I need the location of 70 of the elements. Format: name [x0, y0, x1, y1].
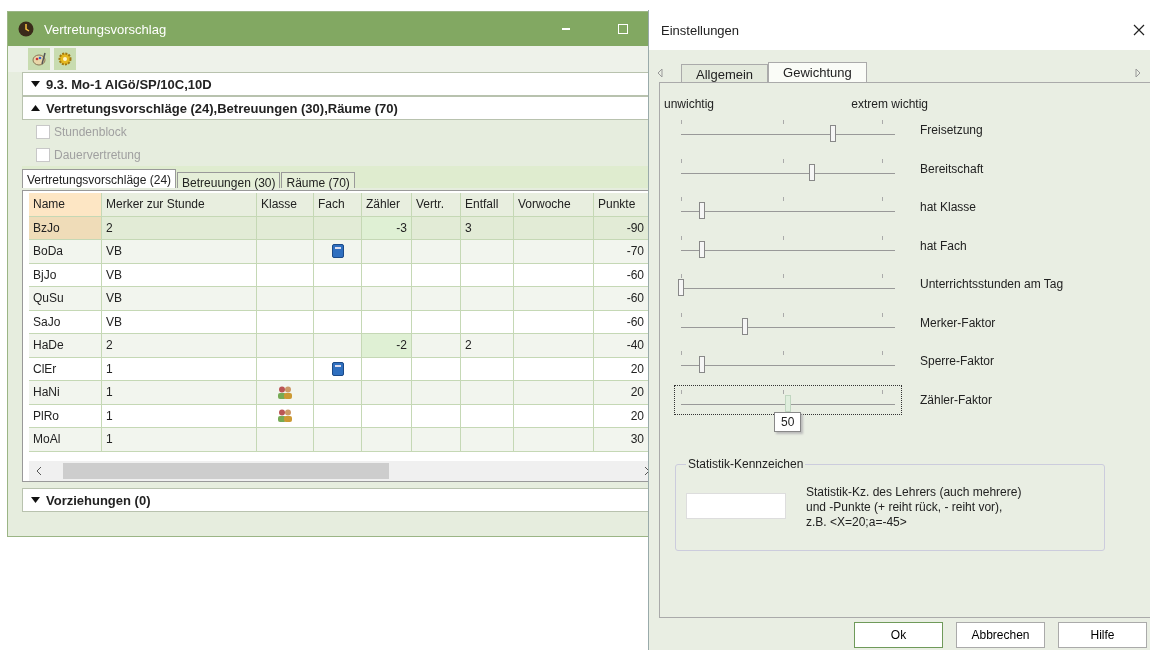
slider-label: Freisetzung — [920, 123, 983, 138]
scale-label: unwichtig — [664, 97, 715, 111]
table-cell: HaDe — [29, 334, 102, 358]
slider-label: Bereitschaft — [920, 161, 984, 176]
slider-label: Unterrichtsstunden am Tag — [920, 277, 1064, 292]
minimize-icon[interactable] — [562, 27, 570, 31]
table-cell: MoAl — [29, 428, 102, 452]
slider-thumb[interactable] — [829, 125, 836, 143]
slider-thumb[interactable] — [699, 240, 706, 258]
table-cell: 1 — [102, 428, 257, 452]
table-cell: VB — [102, 287, 257, 311]
section-title: 9.3. Mo-1 AlGö/SP/10C,10D — [46, 76, 212, 92]
column-header[interactable]: Name — [29, 193, 102, 217]
column-header[interactable]: Merker zur Stunde — [102, 193, 257, 217]
hint-text: Statistik-Kz. des Lehrers (auch mehrere) und -Punkte (+ reiht rück, - reiht vor), z.B. <X=20;a=-45> — [806, 485, 1022, 530]
column-header[interactable]: Punkte — [594, 193, 649, 217]
column-header[interactable]: Entfall — [461, 193, 514, 217]
table-cell: HaNi — [29, 381, 102, 405]
caret-icon — [31, 81, 40, 87]
table-cell: BoDa — [29, 240, 102, 264]
close-icon[interactable] — [1133, 24, 1145, 36]
tab[interactable]: Allgemein — [681, 64, 769, 82]
maximize-icon[interactable] — [618, 24, 628, 34]
scale-label: extrem wichtig — [851, 97, 928, 111]
table-cell: 1 — [102, 381, 257, 405]
group-legend: Statistik-Kennzeichen — [686, 457, 806, 471]
caret-icon — [31, 105, 40, 111]
checkbox-label: Stundenblock — [54, 124, 127, 139]
slider-label: hat Fach — [920, 238, 967, 253]
section-title: Vertretungsvorschläge (24),Betreuungen (30),Räume (70) — [46, 100, 398, 116]
table-cell: VB — [102, 240, 257, 264]
column-header[interactable]: Zähler — [362, 193, 412, 217]
table-cell: -3 — [362, 216, 412, 240]
column-header[interactable]: Vorwoche — [514, 193, 594, 217]
table-cell: 2 — [102, 334, 257, 358]
settings-button[interactable] — [54, 48, 76, 70]
dialog-title: Einstellungen — [661, 22, 741, 38]
table-cell: -2 — [362, 334, 412, 358]
value-tooltip: 50 — [774, 411, 802, 432]
slider-thumb[interactable] — [699, 356, 706, 374]
dialog-button[interactable]: Ok — [854, 622, 943, 648]
input-field[interactable] — [686, 493, 786, 519]
slider-thumb[interactable] — [699, 202, 706, 220]
window-title: Vertretungsvorschlag — [44, 21, 168, 37]
table-cell: BzJo — [29, 216, 102, 240]
tab[interactable]: Räume (70) — [281, 172, 355, 188]
slider-thumb[interactable] — [678, 279, 684, 297]
tab[interactable]: Vertretungsvorschläge (24) — [22, 169, 177, 188]
slider-thumb[interactable] — [742, 317, 749, 335]
section-title: Vorziehungen (0) — [46, 492, 151, 508]
dialog-button[interactable]: Abbrechen — [956, 622, 1045, 648]
column-header[interactable]: Vertr. — [412, 193, 461, 217]
tab[interactable]: Betreuungen (30) — [177, 172, 281, 188]
tab[interactable]: Gewichtung — [768, 62, 867, 82]
caret-icon — [31, 497, 40, 503]
column-header[interactable]: Fach — [314, 193, 362, 217]
table-cell: QuSu — [29, 287, 102, 311]
slider-label: Sperre-Faktor — [920, 354, 995, 369]
slider-thumb[interactable] — [808, 163, 815, 181]
slider-label: Merker-Faktor — [920, 315, 996, 330]
dialog-button[interactable]: Hilfe — [1058, 622, 1147, 648]
table-cell: 2 — [461, 334, 514, 358]
palette-button[interactable] — [28, 48, 50, 70]
column-header[interactable]: Klasse — [257, 193, 314, 217]
slider-label: hat Klasse — [920, 200, 977, 215]
checkbox-label: Dauervertretung — [54, 147, 141, 162]
slider-label: Zähler-Faktor — [920, 392, 993, 407]
slider-thumb[interactable] — [785, 394, 791, 412]
clock-icon — [18, 21, 34, 37]
scroll-left-icon[interactable] — [35, 466, 43, 476]
